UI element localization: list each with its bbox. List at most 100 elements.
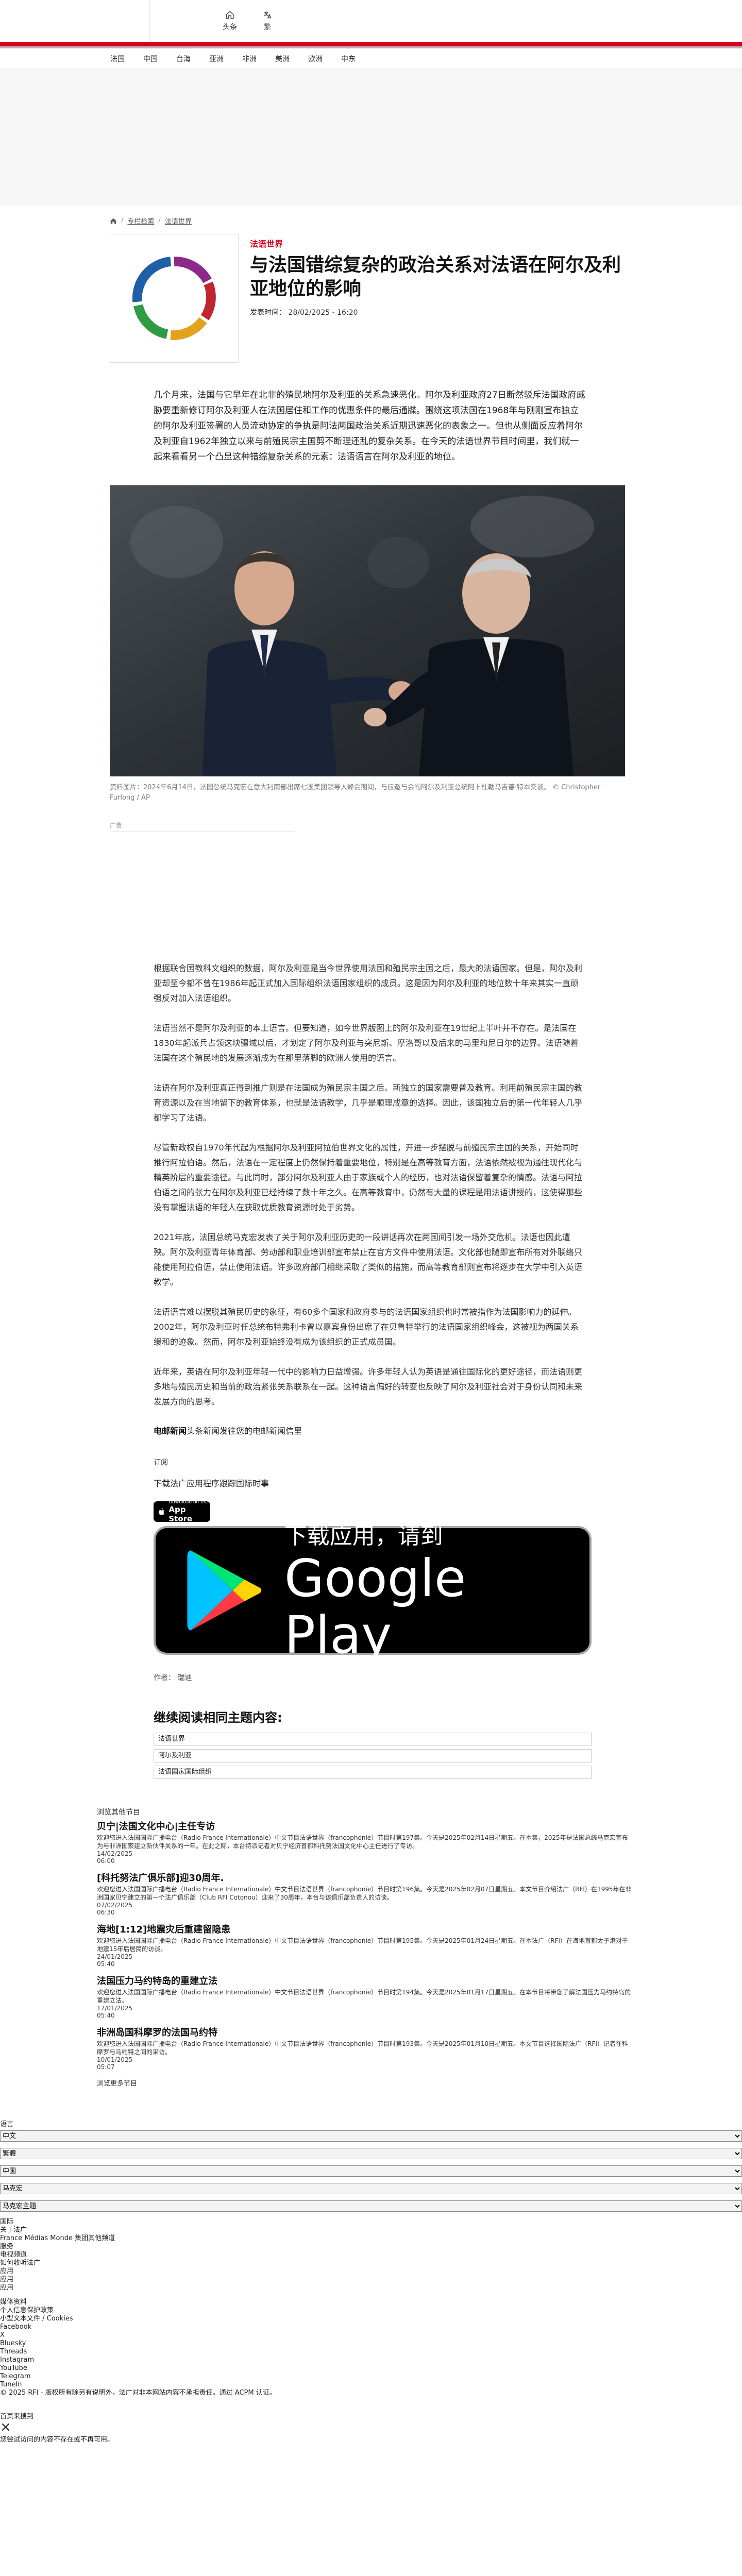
episode-title[interactable]: 非洲岛国科摩罗的法国马约特 — [97, 2026, 633, 2040]
episode-date: 17/01/2025 05:40 — [97, 2005, 133, 2019]
social-x[interactable]: X — [0, 2331, 742, 2340]
nav-item-middle-east[interactable]: 中东 — [341, 54, 356, 64]
footer-link[interactable]: 如何收听法广 — [0, 2259, 742, 2267]
error-panel: 首页来搜到 × 您尝试访问的内容不存在或不再可用。 — [0, 2411, 742, 2444]
social-bluesky[interactable]: Bluesky — [0, 2340, 742, 2348]
social-threads[interactable]: Threads — [0, 2348, 742, 2356]
footer-link[interactable]: 关于法广 — [0, 2226, 742, 2234]
language-switch[interactable]: 繁 — [263, 10, 272, 32]
footer-link[interactable]: 个人信息保护政策 — [0, 2307, 742, 2315]
top-header: 头条 繁 — [0, 0, 742, 42]
episode-title[interactable]: 海地[1:12]地震灾后重建留隐患 — [97, 1923, 633, 1937]
breadcrumb-francophonie[interactable]: 法语世界 — [165, 216, 192, 226]
language-select[interactable]: 繁體 — [0, 2148, 742, 2159]
app-store-small: Download on the — [168, 1500, 208, 1505]
episode-desc: 欢迎您进入法国国际广播电台（Radio France International… — [97, 1989, 631, 2004]
social-facebook[interactable]: Facebook — [0, 2323, 742, 2331]
translate-icon — [264, 11, 272, 19]
francophonie-ring-logo — [132, 257, 216, 340]
article-body: 根据联合国教科文组织的数据，阿尔及利亚是当今世界使用法国和殖民宗主国之后，最大的… — [110, 961, 625, 1409]
episode-date: 10/01/2025 05:07 — [97, 2056, 133, 2071]
newsletter-text: 头条新闻发往您的电邮新闻信里 — [187, 1426, 302, 1436]
article-paragraph: 法语当然不是阿尔及利亚的本土语言。但要知道，如今世界版图上的阿尔及利亚在19世纪… — [154, 1023, 579, 1063]
home-link[interactable]: 头条 — [223, 10, 237, 32]
footer-link[interactable]: 国际 — [0, 2218, 742, 2226]
nav-item-france[interactable]: 法国 — [110, 54, 125, 64]
footer-link[interactable]: 电视频道 — [0, 2251, 742, 2259]
list-item[interactable]: [科托努法广俱乐部]迎30周年. 欢迎您进入法国国际广播电台（Radio Fra… — [97, 1872, 633, 1916]
episode-date: 07/02/2025 06:30 — [97, 1902, 133, 1916]
inline-ad: 广告 — [110, 821, 295, 961]
list-item[interactable]: 海地[1:12]地震灾后重建留隐患 欢迎您进入法国国际广播电台（Radio Fr… — [97, 1923, 633, 1968]
latest-episodes: 浏览其他节目 贝宁|法国文化中心|主任专访 欢迎您进入法国国际广播电台（Radi… — [97, 1807, 633, 2088]
article-paragraph: 尽管新政权自1970年代起为根据阿尔及利亚阿拉伯世界文化的属性，开进一步摆脱与前… — [154, 1143, 583, 1212]
google-play-icon — [187, 1550, 262, 1631]
brand-bar — [0, 42, 742, 46]
header-nav: 头条 繁 — [149, 0, 345, 42]
ad-label: 广告 — [110, 821, 295, 832]
article-paragraph: 法语在阿尔及利亚真正得到推广则是在法国成为殖民宗主国之后。新独立的国家需要普及教… — [154, 1083, 583, 1123]
episode-date: 24/01/2025 05:40 — [97, 1953, 133, 1968]
app-store-badge[interactable]: Download on the App Store — [154, 1500, 210, 1523]
home-label: 头条 — [223, 23, 237, 31]
language-select[interactable]: 中国 — [0, 2165, 742, 2177]
list-item[interactable]: 法国压力马约特岛的重建立法 欢迎您进入法国国际广播电台（Radio France… — [97, 1975, 633, 2019]
main-nav: 法国 中国 台海 亚洲 非洲 美洲 欧洲 中东 — [0, 48, 742, 69]
close-icon[interactable]: × — [0, 2420, 742, 2434]
subscribe-button[interactable]: 订阅 — [154, 1457, 625, 1467]
list-item[interactable]: 非洲岛国科摩罗的法国马约特 欢迎您进入法国国际广播电台（Radio France… — [97, 2026, 633, 2071]
nav-item-americas[interactable]: 美洲 — [275, 54, 290, 64]
more-episodes-link[interactable]: 浏览更多节目 — [97, 2078, 633, 2088]
breadcrumb: / 专栏检索 / 法语世界 — [110, 206, 625, 226]
social-instagram[interactable]: Instagram — [0, 2356, 742, 2364]
episode-desc: 欢迎您进入法国国际广播电台（Radio France International… — [97, 2040, 628, 2056]
nav-item-china[interactable]: 中国 — [143, 54, 158, 64]
article-category[interactable]: 法语世界 — [250, 237, 621, 249]
breadcrumb-columns[interactable]: 专栏检索 — [127, 216, 154, 226]
language-select[interactable]: 马克宏 — [0, 2183, 742, 2194]
episode-desc: 欢迎您进入法国国际广播电台（Radio France International… — [97, 1834, 628, 1850]
latest-header: 浏览其他节目 — [97, 1808, 140, 1817]
article-lead: 几个月来，法国与它早年在北非的殖民地阿尔及利亚的关系急速恶化。阿尔及利亚政府27… — [154, 390, 585, 462]
footer-link[interactable]: 媒体资料 — [0, 2298, 742, 2307]
nav-item-asia[interactable]: 亚洲 — [209, 54, 224, 64]
nav-item-africa[interactable]: 非洲 — [242, 54, 257, 64]
footer-link[interactable]: 服务 — [0, 2243, 742, 2251]
episode-title[interactable]: 贝宁|法国文化中心|主任专访 — [97, 1820, 633, 1834]
publish-date: 发表时间： 28/02/2025 - 16:20 — [250, 309, 358, 317]
footer-link[interactable]: 应用 — [0, 2284, 742, 2292]
list-item[interactable]: 贝宁|法国文化中心|主任专访 欢迎您进入法国国际广播电台（Radio Franc… — [97, 1820, 633, 1865]
subscribe-section: 订阅 下载法广应用程序跟踪国际时事 — [154, 1457, 625, 1489]
article-header: 法语世界 与法国错综复杂的政治关系对法语在阿尔及利亚地位的影响 发表时间： 28… — [110, 234, 625, 363]
episode-title[interactable]: [科托努法广俱乐部]迎30周年. — [97, 1872, 633, 1885]
copyright: © 2025 RFI - 版权所有除另有说明外，法广对非本网站内容不承担责任。通… — [0, 2389, 276, 2397]
newsletter-label: 电邮新闻 — [154, 1426, 187, 1436]
download-hint: 下载法广应用程序跟踪国际时事 — [154, 1479, 269, 1488]
related-tag[interactable]: 阿尔及利亚 — [154, 1749, 592, 1762]
episode-desc: 欢迎您进入法国国际广播电台（Radio France International… — [97, 1886, 632, 1901]
article-paragraph: 2021年底，法国总统马克宏发表了关于阿尔及利亚历史的一段讲话再次在两国间引发一… — [154, 1232, 583, 1287]
footer-link[interactable]: 小型文本文件 / Cookies — [0, 2315, 742, 2323]
social-youtube[interactable]: YouTube — [0, 2364, 742, 2372]
footer-link[interactable]: 应用 — [0, 2267, 742, 2276]
google-play-badge[interactable]: 下载应用，请到 Google Play — [154, 1523, 592, 1664]
related-tag[interactable]: 法语世界 — [154, 1733, 592, 1746]
home-icon[interactable] — [110, 217, 117, 225]
language-select[interactable]: 中文 — [0, 2130, 742, 2142]
episode-title[interactable]: 法国压力马约特岛的重建立法 — [97, 1975, 633, 1988]
google-play-label: Google Play — [284, 1548, 466, 1665]
related-tag[interactable]: 法语国家国际组织 — [154, 1766, 592, 1779]
language-select[interactable]: 马克宏主题 — [0, 2200, 742, 2212]
nav-item-taiwan-strait[interactable]: 台海 — [176, 54, 191, 64]
apple-icon — [158, 1508, 164, 1515]
social-tunein[interactable]: TuneIn — [0, 2381, 742, 2389]
language-label: 繁 — [264, 23, 271, 31]
footer-link[interactable]: France Médias Monde 集团其他频道 — [0, 2234, 742, 2243]
footer-link[interactable]: 应用 — [0, 2276, 742, 2284]
leaders-photo — [110, 485, 625, 776]
article-author: 作者： 瑞迪 — [154, 1674, 192, 1682]
nav-item-europe[interactable]: 欧洲 — [308, 54, 323, 64]
footer-spacer — [0, 2292, 742, 2298]
article-paragraph: 根据联合国教科文组织的数据，阿尔及利亚是当今世界使用法国和殖民宗主国之后，最大的… — [154, 963, 583, 1003]
social-telegram[interactable]: Telegram — [0, 2372, 742, 2381]
